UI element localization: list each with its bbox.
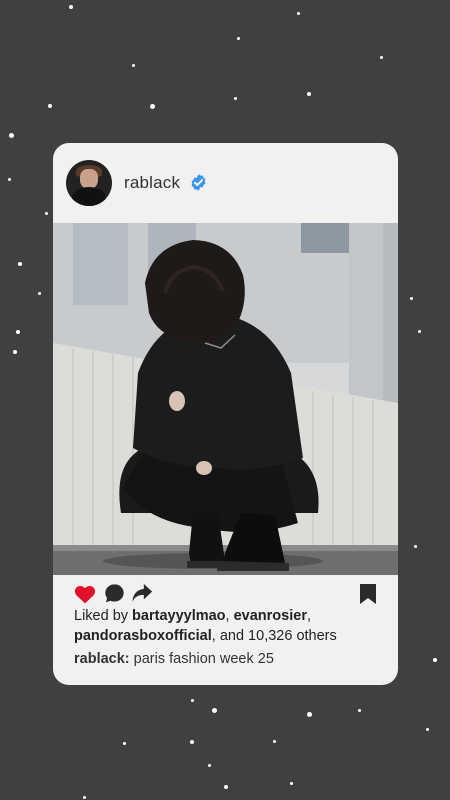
separator: , xyxy=(306,608,311,624)
post-card: rablack Liked by bartayyylmao, evanrosie… xyxy=(53,143,398,685)
separator: , xyxy=(225,608,230,624)
bookmark-icon[interactable] xyxy=(360,584,376,604)
post-actions xyxy=(53,581,398,607)
caption-username[interactable]: rablack: xyxy=(74,651,130,667)
share-icon[interactable] xyxy=(131,582,153,604)
caption: rablack: paris fashion week 25 xyxy=(74,651,274,667)
avatar[interactable] xyxy=(66,160,112,206)
caption-text: paris fashion week 25 xyxy=(133,651,274,667)
likes-suffix: , and 10,326 others xyxy=(211,628,337,644)
post-photo[interactable] xyxy=(53,223,398,575)
liker-link[interactable]: bartayyylmao xyxy=(132,608,226,624)
liker-link[interactable]: pandorasboxofficial xyxy=(74,628,212,644)
post-header: rablack xyxy=(53,143,398,223)
heart-icon[interactable] xyxy=(74,584,96,604)
post-image xyxy=(53,223,398,575)
likes-text: Liked by bartayyylmao, evanrosier, pando… xyxy=(74,606,384,646)
verified-badge-icon xyxy=(191,174,206,191)
comment-icon[interactable] xyxy=(104,583,125,604)
liker-link[interactable]: evanrosier xyxy=(234,608,307,624)
username[interactable]: rablack xyxy=(124,173,180,193)
likes-prefix: Liked by xyxy=(74,608,129,624)
